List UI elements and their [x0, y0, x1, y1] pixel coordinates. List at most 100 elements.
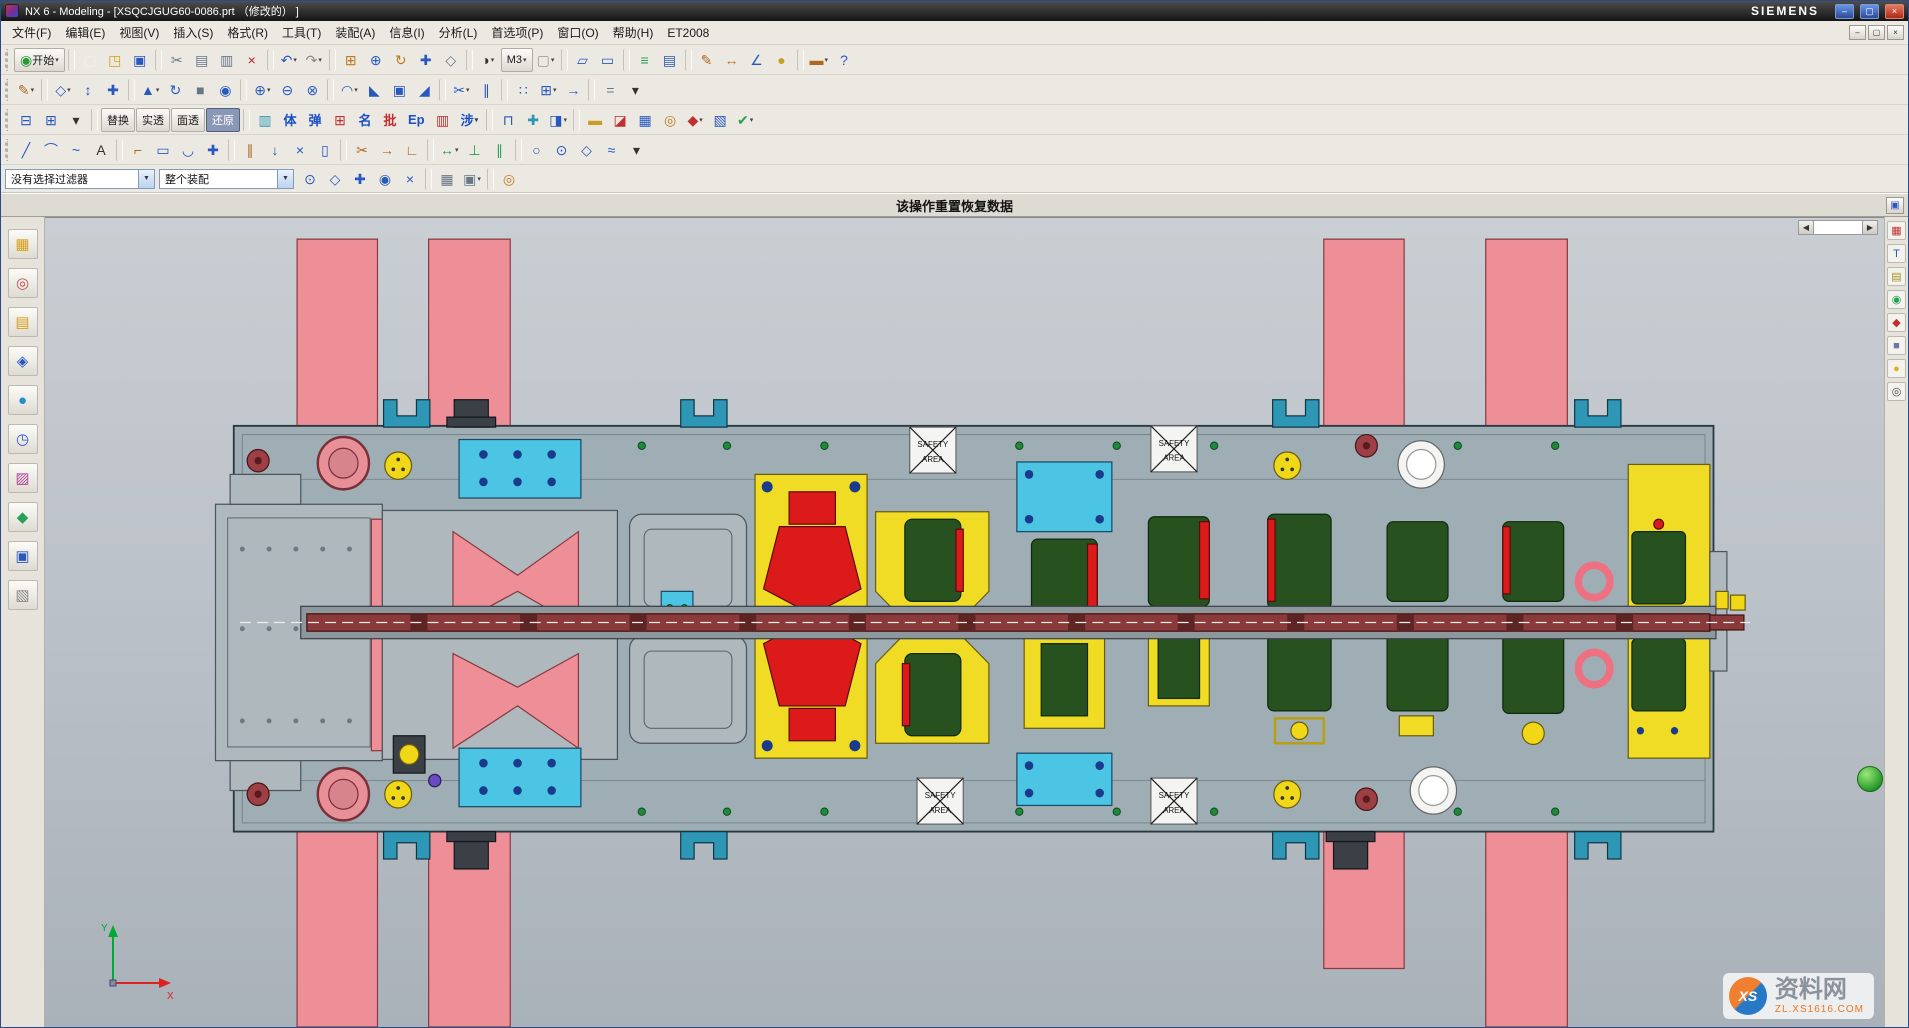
menu-edit[interactable]: 编辑(E): [58, 21, 112, 44]
pan-button[interactable]: ✚: [414, 48, 438, 72]
highlight-button[interactable]: ◎: [497, 167, 521, 191]
batch-tool-button[interactable]: 批: [378, 108, 402, 132]
part-navigator-tab[interactable]: ▤: [8, 307, 38, 337]
pin-tool-button[interactable]: ◆: [1887, 313, 1906, 332]
quick-trim-button[interactable]: ✂: [350, 138, 374, 162]
document-close-button[interactable]: ×: [1887, 25, 1904, 40]
menu-preferences[interactable]: 首选项(P): [484, 21, 550, 44]
toolbar-button[interactable]: [155, 49, 162, 71]
sketch-button[interactable]: ✎▾: [14, 78, 38, 102]
restore-display-button[interactable]: 还原: [206, 108, 240, 132]
split-body-button[interactable]: ∥: [474, 78, 498, 102]
annotation-button[interactable]: ✎: [695, 48, 719, 72]
menu-et2008[interactable]: ET2008: [660, 23, 716, 43]
toolbar-button[interactable]: [685, 49, 692, 71]
delete-button[interactable]: ×: [240, 48, 264, 72]
rotate-view-button[interactable]: ↻: [389, 48, 413, 72]
parallel-constraint-button[interactable]: ∥: [488, 138, 512, 162]
polygon-button[interactable]: ◇: [575, 138, 599, 162]
menu-analysis[interactable]: 分析(L): [432, 21, 485, 44]
unite-button[interactable]: ⊕▾: [250, 78, 274, 102]
menu-information[interactable]: 信息(I): [382, 21, 431, 44]
toolbar-button[interactable]: [340, 139, 347, 161]
undo-button[interactable]: ↶▾: [277, 48, 301, 72]
make-corner-button[interactable]: ∟: [400, 138, 424, 162]
mid-point-button[interactable]: ✚: [348, 167, 372, 191]
prompt-bar-icon[interactable]: ▣: [1886, 197, 1904, 214]
toolbar-button[interactable]: [116, 139, 123, 161]
close-button[interactable]: ×: [1885, 4, 1904, 19]
grid-plate-button[interactable]: ⊞: [328, 108, 352, 132]
more-modeling-button[interactable]: ▾: [623, 78, 647, 102]
hole-button[interactable]: ◉: [213, 78, 237, 102]
pocket-design-button[interactable]: ▧: [708, 108, 732, 132]
menu-window[interactable]: 窗口(O): [550, 21, 605, 44]
toolbar-button[interactable]: [515, 139, 522, 161]
tile-vertical-button[interactable]: ⊞: [39, 108, 63, 132]
snap-point-button[interactable]: ⊙: [298, 167, 322, 191]
line-button[interactable]: ╱: [14, 138, 38, 162]
help-button[interactable]: ?: [832, 48, 856, 72]
toolbar-button[interactable]: [41, 79, 48, 101]
toolbar-button[interactable]: [267, 49, 274, 71]
rectangle-button[interactable]: ▭: [151, 138, 175, 162]
toolbar-button[interactable]: [5, 139, 10, 161]
view-in-layer-button[interactable]: ▤: [658, 48, 682, 72]
block-button[interactable]: ■: [188, 78, 212, 102]
lamp-tool-button[interactable]: ●: [1887, 359, 1906, 378]
toolbar-button[interactable]: [243, 109, 250, 131]
toolbar-button[interactable]: [240, 79, 247, 101]
open-file-button[interactable]: ◳: [103, 48, 127, 72]
reuse-library-tab[interactable]: ◈: [8, 346, 38, 376]
camera-tool-button[interactable]: ◎: [1887, 382, 1906, 401]
die-base-button[interactable]: ▦: [633, 108, 657, 132]
menu-format[interactable]: 格式(R): [220, 21, 275, 44]
constraint-button[interactable]: ⊥: [463, 138, 487, 162]
text-button[interactable]: A: [89, 138, 113, 162]
graphics-window[interactable]: SAFETY AREA SAFETY AREA SAFETY AREA: [45, 217, 1884, 1027]
menu-tools[interactable]: 工具(T): [275, 21, 328, 44]
standard-parts-button[interactable]: ⊓: [496, 108, 520, 132]
subtract-button[interactable]: ⊖: [275, 78, 299, 102]
views-dropdown[interactable]: ▾: [64, 108, 88, 132]
mirror-feature-button[interactable]: ⊞▾: [536, 78, 560, 102]
solid-translucent-button[interactable]: 实透: [136, 108, 170, 132]
floating-ball-badge[interactable]: [1857, 766, 1883, 792]
layer-settings-button[interactable]: ≡: [633, 48, 657, 72]
toolbar-button[interactable]: [228, 139, 235, 161]
extrude-button[interactable]: ▲▾: [138, 78, 162, 102]
end-point-button[interactable]: ◇: [323, 167, 347, 191]
intersection-curve-button[interactable]: ×: [288, 138, 312, 162]
sketch-point-button[interactable]: ✚: [201, 138, 225, 162]
document-minimize-button[interactable]: –: [1849, 25, 1866, 40]
intersect-button[interactable]: ⊗: [300, 78, 324, 102]
background-button[interactable]: ▢▾: [534, 48, 558, 72]
fit-view-button[interactable]: ⊞: [339, 48, 363, 72]
chamfer-button[interactable]: ◣: [362, 78, 386, 102]
toolbar-button[interactable]: [797, 49, 804, 71]
history-tab[interactable]: ◷: [8, 424, 38, 454]
toolbar-button[interactable]: [501, 79, 508, 101]
intersection-point-button[interactable]: ×: [398, 167, 422, 191]
toolbar-button[interactable]: [427, 139, 434, 161]
name-tool-button[interactable]: 名: [353, 108, 377, 132]
internet-explorer-tab[interactable]: ●: [8, 385, 38, 415]
scroll-left-button[interactable]: ◀: [1798, 220, 1814, 235]
menu-help[interactable]: 帮助(H): [606, 21, 661, 44]
fillet-button[interactable]: ◡: [176, 138, 200, 162]
toolbar-button[interactable]: [327, 79, 334, 101]
toolbar-button[interactable]: [561, 49, 568, 71]
revolve-button[interactable]: ↻: [163, 78, 187, 102]
project-curve-button[interactable]: ↓: [263, 138, 287, 162]
zoom-button[interactable]: ⊕: [364, 48, 388, 72]
circle-button[interactable]: ○: [525, 138, 549, 162]
redo-button[interactable]: ↷▾: [302, 48, 326, 72]
restore-button[interactable]: ▢: [1860, 4, 1879, 19]
face-translucent-button[interactable]: 面透: [171, 108, 205, 132]
toolbar-button[interactable]: [588, 79, 595, 101]
toolbar-button[interactable]: [128, 79, 135, 101]
selection-filter-dropdown[interactable]: 没有选择过滤器 ▼: [5, 169, 155, 189]
helix-button[interactable]: ≈: [600, 138, 624, 162]
process-assistant-tab[interactable]: ◆: [8, 502, 38, 532]
save-button[interactable]: ▣: [128, 48, 152, 72]
